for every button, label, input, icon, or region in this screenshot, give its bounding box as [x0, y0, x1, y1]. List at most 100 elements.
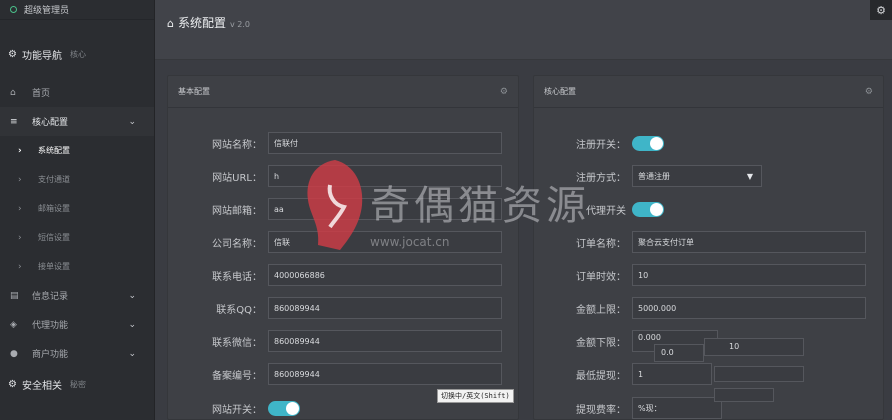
sidebar: 超级管理员 ⚙ 功能导航 核心 ⌂ 首页 ≡ 核心配置 ⌄ › 系统配置 › 支…	[0, 0, 155, 420]
field-label: 备案编号：	[212, 370, 262, 382]
qq-input[interactable]: 860089944	[268, 297, 502, 319]
sidebar-item-home[interactable]: ⌂ 首页	[0, 78, 154, 107]
sidebar-subitem-email[interactable]: › 邮箱设置	[0, 194, 154, 223]
panel-title: 基本配置	[178, 87, 210, 96]
form-row: 公司名称： 信联	[168, 230, 518, 254]
company-name-input[interactable]: 信联	[268, 231, 502, 253]
panel-settings-icon[interactable]: ⚙	[865, 87, 873, 97]
sidebar-item-agent[interactable]: ◈ 代理功能 ⌄	[0, 310, 154, 339]
toggle-knob	[650, 136, 663, 150]
form-row: 订单时效： 10	[534, 263, 883, 287]
sidebar-item-merchant[interactable]: ● 商户功能 ⌄	[0, 339, 154, 368]
register-switch-toggle[interactable]	[632, 135, 664, 151]
version-label: v 2.0	[230, 20, 250, 29]
form-row: 注册开关：	[534, 131, 883, 155]
field-label: 网站URL：	[212, 172, 262, 184]
panel-header: 基本配置 ⚙	[168, 76, 518, 108]
form-row: 网站名称： 信联付	[168, 131, 518, 155]
basic-config-panel: 基本配置 ⚙ 网站名称： 信联付 网站URL： h 网站邮箱： aa 公司名称：…	[167, 75, 519, 420]
chevron-right-icon: ›	[18, 232, 22, 243]
field-label: 订单名称：	[576, 238, 626, 250]
field-label: 联系QQ：	[216, 304, 262, 316]
chevron-right-icon: ›	[18, 261, 22, 272]
min-amount-extra-input-2[interactable]: 10	[704, 338, 804, 356]
order-name-input[interactable]: 聚合云支付订单	[632, 231, 866, 253]
extra-input-box[interactable]	[714, 366, 804, 382]
page-title: ⌂ 系统配置 v 2.0	[167, 14, 250, 31]
order-timeout-input[interactable]: 10	[632, 264, 866, 286]
min-amount-extra-input[interactable]: 0.0	[654, 344, 704, 362]
field-label: 最低提现：	[576, 370, 626, 382]
nav-section-header: ⚙ 功能导航 核心	[0, 42, 154, 66]
wechat-input[interactable]: 860089944	[268, 330, 502, 352]
select-value: 普通注册	[638, 171, 670, 181]
gear-icon: ⚙	[8, 378, 17, 390]
form-row: 代理开关	[534, 197, 883, 221]
chevron-down-icon: ⌄	[128, 290, 136, 301]
panel-title: 核心配置	[544, 87, 576, 96]
field-label: 提现费率：	[576, 404, 626, 416]
toggle-knob	[286, 401, 299, 415]
chevron-right-icon: ›	[18, 174, 22, 185]
icp-input[interactable]: 860089944	[268, 363, 502, 385]
security-section-header: ⚙ 安全相关 秘密	[0, 372, 154, 396]
settings-gear-button[interactable]: ⚙	[870, 0, 892, 20]
gear-icon: ⚙	[8, 48, 17, 60]
field-label: 联系微信：	[212, 337, 262, 349]
chevron-right-icon: ›	[18, 145, 22, 156]
panel-settings-icon[interactable]: ⚙	[500, 87, 508, 97]
user-icon: ●	[10, 348, 18, 359]
form-row: 最低提现： 1	[534, 362, 883, 386]
sidebar-subitem-label: 支付通道	[38, 175, 70, 184]
form-row: 提现费率： %现：	[534, 396, 883, 420]
sidebar-item-label: 代理功能	[32, 321, 69, 331]
min-withdraw-input[interactable]: 1	[632, 363, 712, 385]
form-row: 联系微信： 860089944	[168, 329, 518, 353]
security-section-sub: 秘密	[69, 379, 86, 389]
site-switch-toggle[interactable]	[268, 400, 300, 416]
form-row: 订单名称： 聚合云支付订单	[534, 230, 883, 254]
shield-icon: ◈	[10, 319, 17, 330]
field-label: 网站开关：	[212, 404, 262, 416]
register-mode-select[interactable]: 普通注册 ▼	[632, 165, 762, 187]
sidebar-subitem-payment[interactable]: › 支付通道	[0, 165, 154, 194]
sidebar-subitem-orders[interactable]: › 接单设置	[0, 252, 154, 281]
sidebar-item-label: 核心配置	[32, 118, 69, 128]
field-label: 公司名称：	[212, 238, 262, 250]
sidebar-item-label: 首页	[32, 89, 51, 99]
site-name-input[interactable]: 信联付	[268, 132, 502, 154]
field-label: 代理开关	[586, 205, 626, 217]
list-icon: ▤	[10, 290, 19, 301]
field-label: 注册开关：	[576, 139, 626, 151]
sidebar-item-records[interactable]: ▤ 信息记录 ⌄	[0, 281, 154, 310]
form-row: 金额上限： 5000.000	[534, 296, 883, 320]
field-label: 网站邮箱：	[212, 205, 262, 217]
amount-max-input[interactable]: 5000.000	[632, 297, 866, 319]
field-label: 注册方式：	[576, 172, 626, 184]
site-email-input[interactable]: aa	[268, 198, 502, 220]
field-label: 金额上限：	[576, 304, 626, 316]
withdraw-fee-input[interactable]: %现：	[632, 397, 722, 419]
extra-input-box[interactable]	[714, 388, 774, 402]
sidebar-item-label: 信息记录	[32, 292, 69, 302]
sidebar-subitem-sms[interactable]: › 短信设置	[0, 223, 154, 252]
nav-section-title: 功能导航	[21, 50, 62, 62]
chevron-down-icon: ⌄	[128, 116, 136, 127]
sidebar-subitem-system-config[interactable]: › 系统配置	[0, 136, 154, 165]
phone-input[interactable]: 4000066886	[268, 264, 502, 286]
agent-switch-toggle[interactable]	[632, 201, 664, 217]
admin-user[interactable]: 超级管理员	[0, 0, 154, 20]
sidebar-subitem-label: 短信设置	[38, 233, 70, 242]
admin-username: 超级管理员	[24, 6, 70, 16]
form-row: 联系电话： 4000066886	[168, 263, 518, 287]
gear-icon: ⚙	[876, 3, 886, 17]
site-url-input[interactable]: h	[268, 165, 502, 187]
sidebar-item-core-config[interactable]: ≡ 核心配置 ⌄	[0, 107, 154, 136]
field-label: 联系电话：	[212, 271, 262, 283]
chevron-down-icon: ⌄	[128, 319, 136, 330]
nav-section-sub: 核心	[69, 49, 86, 59]
home-icon: ⌂	[167, 17, 174, 30]
panel-header: 核心配置 ⚙	[534, 76, 883, 108]
chevron-right-icon: ›	[18, 203, 22, 214]
toggle-knob	[650, 202, 663, 216]
